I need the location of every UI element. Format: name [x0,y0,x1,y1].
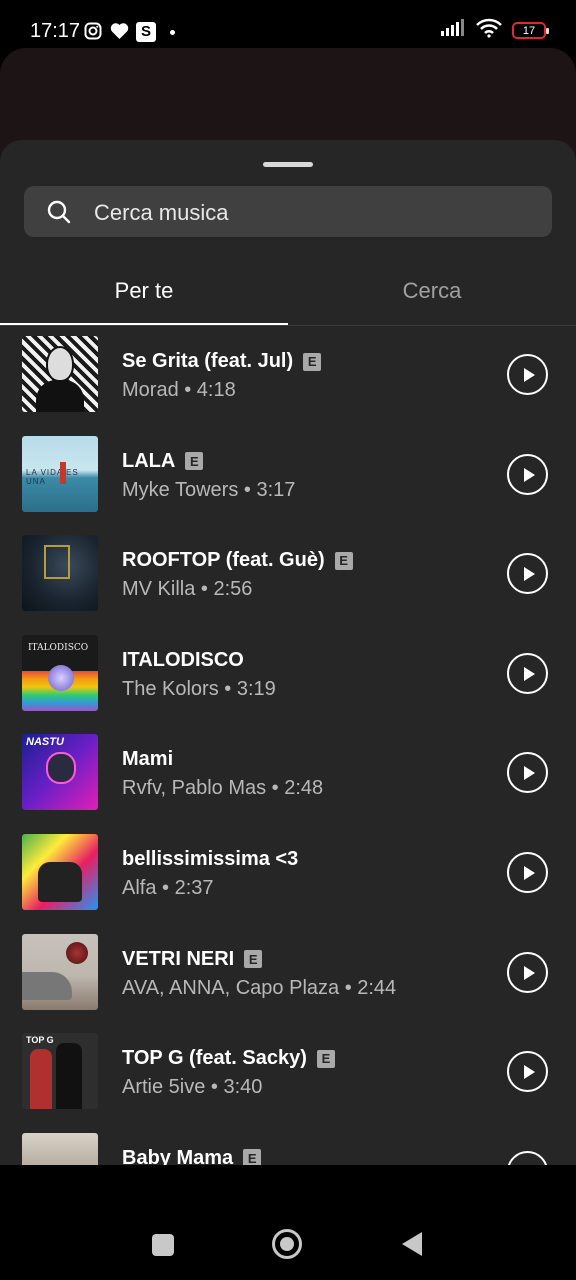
album-cover: TOP G [22,1033,98,1110]
explicit-badge: E [303,352,322,371]
song-row[interactable]: VETRI NERI E AVA, ANNA, Capo Plaza • 2:44 [0,933,576,1034]
explicit-badge: E [244,950,263,969]
album-cover: ITALODISCO [22,634,98,711]
play-button[interactable] [507,951,548,993]
search-placeholder: Cerca musica [94,200,229,225]
explicit-badge: E [185,452,204,471]
play-button[interactable] [507,453,548,495]
home-button[interactable] [272,1229,302,1259]
song-row[interactable]: TOP G TOP G (feat. Sacky) E Artie 5ive • … [0,1033,576,1133]
dot-icon [170,30,175,35]
play-button[interactable] [507,354,548,395]
tab-per-te[interactable]: Per te [0,278,288,304]
drag-handle[interactable] [263,162,313,167]
song-title: bellissimissima <3 [122,847,299,870]
song-title: TOP G (feat. Sacky) [122,1047,307,1070]
active-tab-indicator [0,323,288,325]
cover-text: TOP G [26,1035,54,1046]
battery-level: 17 [522,24,536,37]
search-input[interactable]: Cerca musica [24,186,552,237]
song-title: LALA [122,449,176,472]
album-cover [22,833,98,910]
album-cover: LA VIDA ES UNA [22,435,98,512]
song-title: VETRI NERI [122,947,235,970]
song-title: Mami [122,748,174,771]
explicit-badge: E [243,1149,262,1165]
song-artist-duration: MV Killa • 2:56 [122,578,253,601]
song-title: ITALODISCO [122,648,244,671]
song-list: Se Grita (feat. Jul) E Morad • 4:18 LA VI… [0,336,576,1165]
song-artist-duration: Alfa • 2:37 [122,876,214,899]
album-cover [22,933,98,1010]
music-picker-sheet: Cerca musica Per te Cerca Se Grita (feat… [0,140,576,1165]
system-nav-bar [0,1165,576,1280]
song-title: ROOFTOP (feat. Guè) [122,549,325,572]
song-row[interactable]: bellissimissima <3 Alfa • 2:37 [0,833,576,934]
play-button[interactable] [507,553,548,595]
song-row[interactable]: Se Grita (feat. Jul) E Morad • 4:18 [0,336,576,436]
album-cover: NASTU [22,734,98,811]
s-app-icon: S [136,22,156,42]
tab-cerca[interactable]: Cerca [288,278,576,304]
song-title: Se Grita (feat. Jul) [122,350,294,372]
wifi-icon [476,18,502,43]
play-button[interactable] [507,1051,548,1093]
album-cover [22,1132,98,1165]
tab-bar: Per te Cerca [0,266,576,326]
cover-text: NASTU [26,736,64,749]
clock: 17:17 [30,20,81,42]
song-row[interactable]: NASTU Mami Rvfv, Pablo Mas • 2:48 [0,734,576,834]
heart-icon [110,22,129,45]
play-button[interactable] [507,851,548,893]
play-button[interactable] [507,1150,548,1165]
song-row[interactable]: LA VIDA ES UNA LALA E Myke Towers • 3:17 [0,435,576,536]
cover-text: ITALODISCO [28,642,89,653]
search-icon [46,199,72,230]
song-row[interactable]: ITALODISCO ITALODISCO The Kolors • 3:19 [0,634,576,735]
album-cover [22,336,98,412]
song-artist-duration: Myke Towers • 3:17 [122,478,296,501]
back-button[interactable] [402,1232,422,1256]
song-title: Baby Mama [122,1146,234,1165]
song-artist-duration: Artie 5ive • 3:40 [122,1076,263,1099]
song-artist-duration: Rvfv, Pablo Mas • 2:48 [122,777,324,800]
song-artist-duration: AVA, ANNA, Capo Plaza • 2:44 [122,976,397,999]
song-row[interactable]: Baby Mama E [0,1132,576,1165]
song-row[interactable]: ROOFTOP (feat. Guè) E MV Killa • 2:56 [0,535,576,635]
song-artist-duration: Morad • 4:18 [122,379,236,401]
song-artist-duration: The Kolors • 3:19 [122,677,276,700]
recent-apps-button[interactable] [152,1234,174,1256]
instagram-icon [84,22,102,45]
explicit-badge: E [334,551,353,570]
play-button[interactable] [507,752,548,794]
play-button[interactable] [507,652,548,694]
explicit-badge: E [316,1049,335,1068]
signal-icon [440,19,466,42]
status-icons: 17 [440,18,549,43]
battery-icon: 17 [512,22,549,39]
album-cover [22,535,98,612]
